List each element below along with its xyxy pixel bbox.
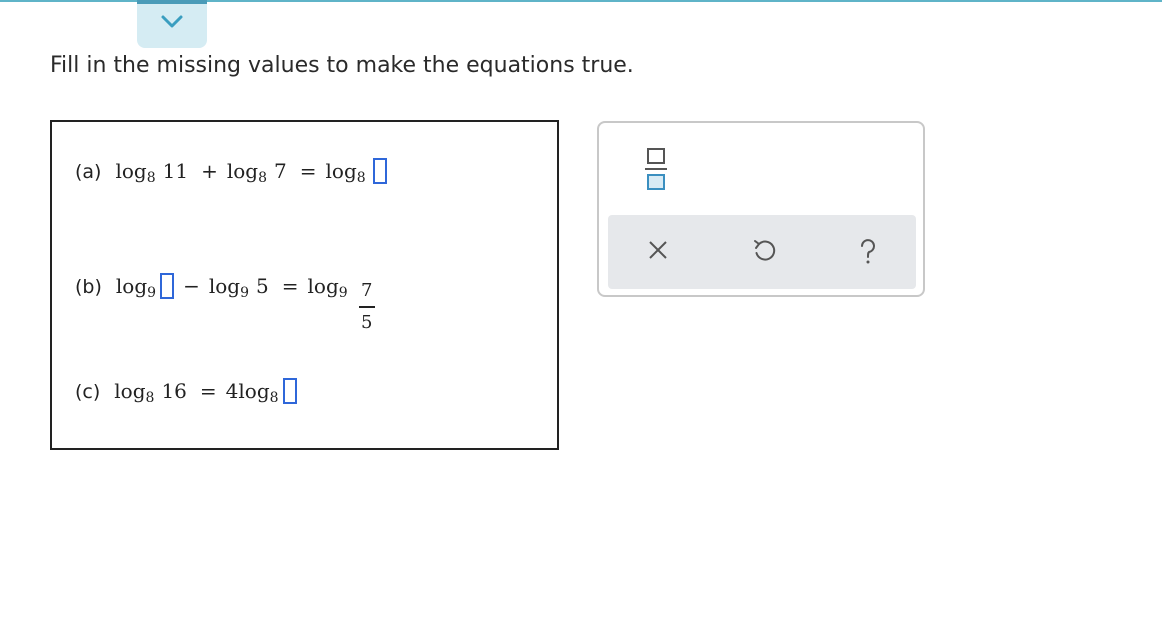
equals-sign: =	[199, 379, 217, 403]
term-value: 7	[274, 159, 287, 183]
equals-sign: =	[299, 159, 317, 183]
log-base: 8	[269, 390, 279, 406]
operator: −	[183, 274, 200, 298]
help-button[interactable]	[856, 238, 880, 270]
fraction-bar	[358, 306, 375, 308]
clear-button[interactable]	[646, 238, 670, 266]
collapse-tab[interactable]	[137, 0, 207, 48]
part-label-a: (a)	[75, 161, 102, 183]
answer-input-c[interactable]	[282, 378, 297, 404]
tool-bar	[608, 215, 916, 289]
operator: +	[201, 159, 218, 183]
log-base: 9	[338, 285, 348, 301]
question-icon	[861, 239, 875, 264]
part-label-b: (b)	[75, 276, 102, 298]
log-word: log	[238, 379, 270, 403]
log-base: 8	[258, 170, 268, 186]
term-value: 16	[161, 379, 187, 403]
log-word: log	[115, 274, 148, 298]
log-base: 8	[145, 390, 155, 406]
answer-input-b[interactable]	[160, 273, 175, 299]
fraction-icon	[645, 148, 667, 190]
fraction-tool-button[interactable]	[644, 147, 668, 191]
x-icon	[649, 241, 667, 259]
equation-a: (a) log 8 11 + log 8 7 = log 8	[75, 152, 387, 186]
fraction-denominator: 5	[360, 311, 373, 333]
log-base: 9	[240, 285, 249, 301]
equals-sign: =	[281, 274, 299, 298]
term-value: 5	[256, 274, 269, 298]
log-word: log	[226, 159, 259, 183]
log-word: log	[325, 159, 357, 183]
log-word: log	[115, 159, 147, 183]
undo-icon	[754, 240, 776, 261]
part-label-c: (c)	[75, 381, 101, 403]
math-palette	[597, 121, 925, 297]
equation-c: (c) log 8 16 = 4 log 8	[75, 372, 297, 406]
undo-button[interactable]	[751, 238, 777, 268]
log-word: log	[208, 274, 241, 298]
log-base: 8	[146, 170, 156, 186]
log-base: 9	[147, 285, 157, 301]
instruction-text: Fill in the missing values to make the e…	[50, 53, 634, 78]
coefficient: 4	[225, 379, 239, 403]
equation-b: (b) log 9 − log 9 5 = log 9 7 5	[75, 267, 375, 334]
log-base: 8	[356, 170, 366, 186]
fraction: 7 5	[358, 280, 375, 334]
chevron-down-icon	[161, 15, 183, 28]
log-word: log	[114, 379, 146, 403]
log-word: log	[307, 274, 339, 298]
collapse-tab-bar	[137, 0, 207, 4]
term-value: 11	[162, 159, 189, 183]
answer-input-a[interactable]	[372, 158, 387, 184]
problem-box: (a) log 8 11 + log 8 7 = log 8 (b) log 9 − l…	[50, 120, 559, 450]
fraction-numerator: 7	[360, 280, 373, 301]
